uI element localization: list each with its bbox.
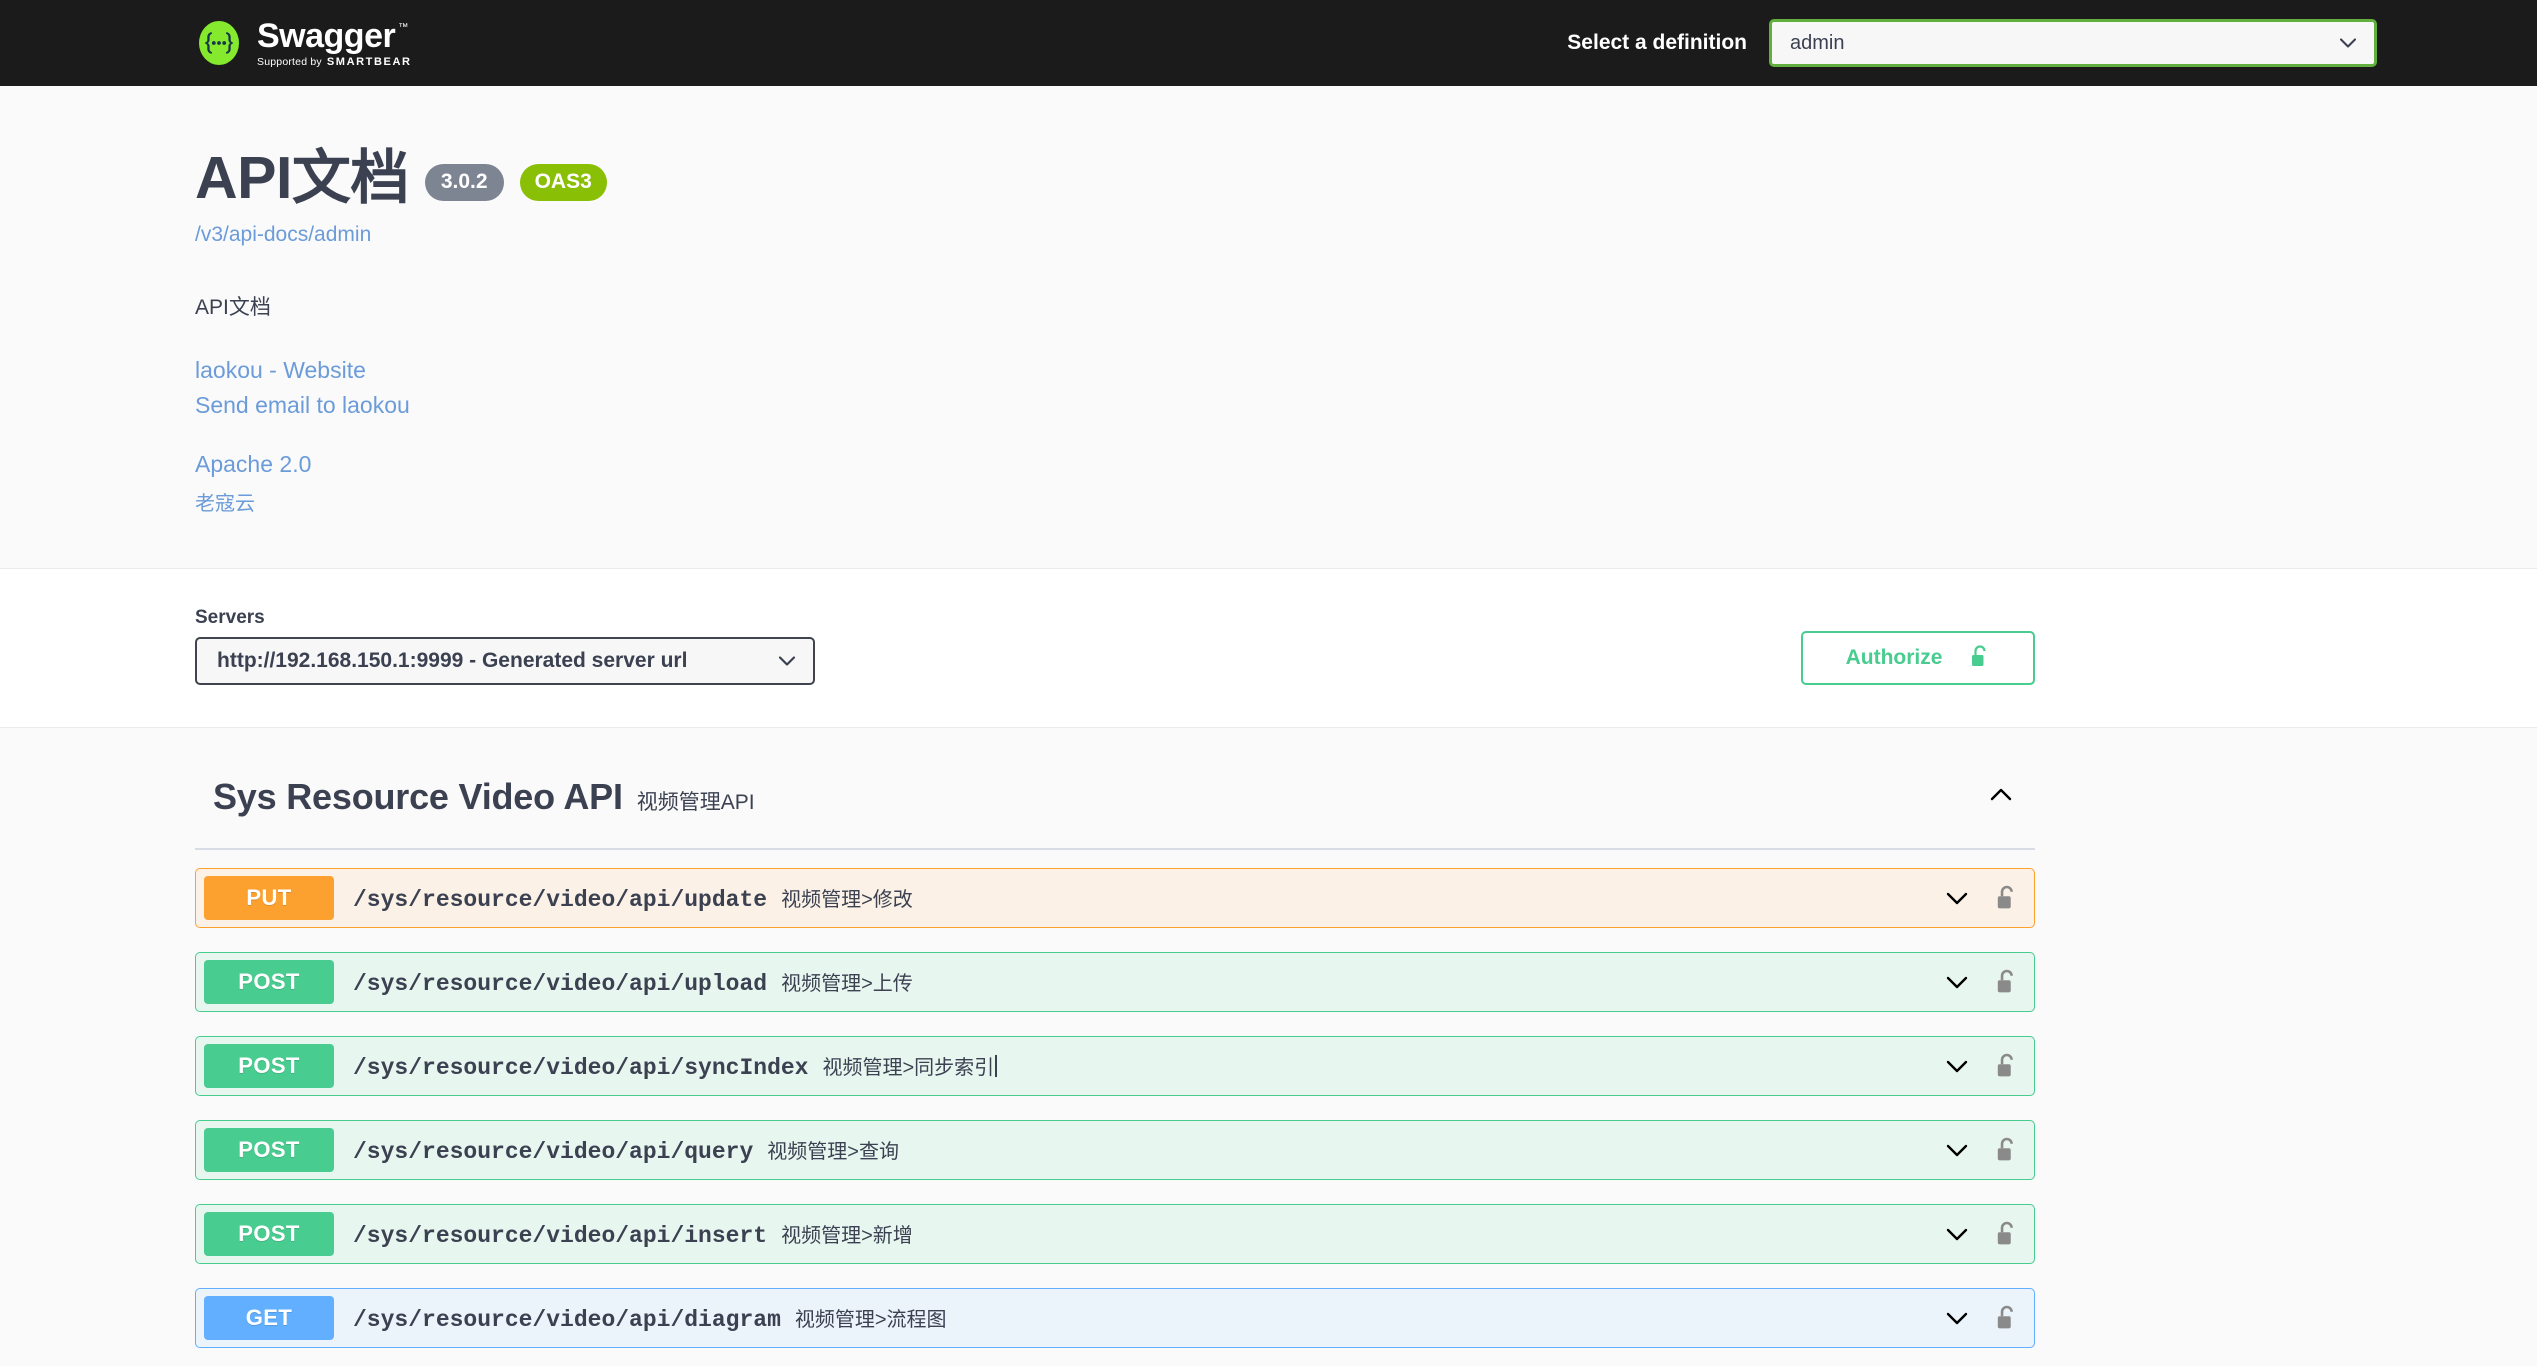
api-docs-url-link[interactable]: /v3/api-docs/admin xyxy=(195,223,2035,247)
operation-summary: 视频管理>新增 xyxy=(781,1225,913,1248)
tag-description: 视频管理API xyxy=(636,791,755,815)
tag-header[interactable]: Sys Resource Video API 视频管理API xyxy=(195,768,2035,826)
operation-row[interactable]: POST/sys/resource/video/api/syncIndex 视频管… xyxy=(195,1036,2035,1097)
oas-version-badge: 3.0.2 xyxy=(424,164,504,202)
operation-summary: 视频管理>流程图 xyxy=(794,1309,947,1332)
unlocked-padlock-icon[interactable] xyxy=(1995,1304,2018,1333)
operation-row-controls xyxy=(1941,1218,2018,1250)
chevron-down-icon xyxy=(777,651,797,671)
operation-summary: 视频管理>上传 xyxy=(781,973,913,996)
operation-summary-wrap: 视频管理>查询 xyxy=(767,1135,899,1164)
operation-summary-wrap: 视频管理>同步索引 xyxy=(822,1051,998,1080)
http-method-badge: POST xyxy=(204,1044,334,1089)
http-method-badge: GET xyxy=(204,1296,334,1341)
definition-select[interactable]: admin xyxy=(1769,19,2377,67)
tag-divider xyxy=(195,848,2035,851)
operation-path: /sys/resource/video/api/upload xyxy=(353,971,768,998)
operation-path: /sys/resource/video/api/update xyxy=(353,887,768,914)
operation-summary-wrap: 视频管理>新增 xyxy=(781,1219,913,1248)
definition-selector-group: Select a definition admin xyxy=(1567,19,2377,67)
operation-summary-group: /sys/resource/video/api/insert 视频管理>新增 xyxy=(353,1219,1941,1249)
operation-summary-group: /sys/resource/video/api/diagram 视频管理>流程图 xyxy=(353,1303,1941,1333)
operation-summary: 视频管理>同步索引 xyxy=(822,1057,995,1080)
oas3-badge: OAS3 xyxy=(519,164,607,202)
chevron-down-icon[interactable] xyxy=(1941,1218,1973,1250)
operation-path: /sys/resource/video/api/query xyxy=(353,1139,754,1166)
http-method-badge: POST xyxy=(204,960,334,1005)
swagger-wordmark: Swagger xyxy=(257,16,396,55)
server-select-value: http://192.168.150.1:9999 - Generated se… xyxy=(217,649,688,673)
definition-select-value: admin xyxy=(1790,31,1845,54)
chevron-up-icon[interactable] xyxy=(1985,779,2017,816)
operation-summary: 视频管理>修改 xyxy=(781,889,913,912)
tag-block-sys-resource-video-api: Sys Resource Video API 视频管理API PUT/sys/r… xyxy=(195,768,2035,1360)
chevron-down-icon[interactable] xyxy=(1941,966,1973,998)
title-row: API文档 3.0.2 OAS3 xyxy=(195,145,2035,211)
topbar: Swagger ™ Supported by SMARTBEAR Select … xyxy=(0,0,2537,86)
unlocked-padlock-icon[interactable] xyxy=(1995,968,2018,997)
servers-label: Servers xyxy=(195,607,265,629)
operation-summary-wrap: 视频管理>修改 xyxy=(781,883,913,912)
operation-summary-wrap: 视频管理>流程图 xyxy=(795,1303,947,1332)
authorize-button[interactable]: Authorize xyxy=(1801,631,2035,686)
license-link[interactable]: Apache 2.0 xyxy=(195,448,311,481)
operation-summary-group: /sys/resource/video/api/syncIndex 视频管理>同步… xyxy=(353,1051,1941,1081)
chevron-down-icon[interactable] xyxy=(1941,1134,1973,1166)
contact-email-link[interactable]: Send email to laokou xyxy=(195,389,410,422)
unlocked-padlock-icon xyxy=(1970,644,1990,673)
operations-section: Sys Resource Video API 视频管理API PUT/sys/r… xyxy=(0,728,2537,1361)
api-info-section: API文档 3.0.2 OAS3 /v3/api-docs/admin API文… xyxy=(0,86,2537,570)
servers-section: Servers http://192.168.150.1:9999 - Gene… xyxy=(0,569,2537,729)
server-select[interactable]: http://192.168.150.1:9999 - Generated se… xyxy=(195,637,815,686)
tag-title: Sys Resource Video API xyxy=(213,776,623,818)
terms-of-service-link[interactable]: 老寇云 xyxy=(195,490,255,518)
select-definition-label: Select a definition xyxy=(1567,31,1747,54)
operation-row[interactable]: PUT/sys/resource/video/api/update 视频管理>修改 xyxy=(195,868,2035,929)
operation-summary: 视频管理>查询 xyxy=(767,1141,899,1164)
operation-path: /sys/resource/video/api/syncIndex xyxy=(353,1055,809,1082)
operation-list: PUT/sys/resource/video/api/update 视频管理>修改… xyxy=(195,856,2035,1360)
operation-row[interactable]: GET/sys/resource/video/api/diagram 视频管理>流… xyxy=(195,1288,2035,1349)
trademark-symbol: ™ xyxy=(398,21,408,33)
text-cursor-caret xyxy=(995,1055,998,1078)
smartbear-brand: SMARTBEAR xyxy=(326,55,412,68)
chevron-down-icon[interactable] xyxy=(1941,882,1973,914)
operation-row[interactable]: POST/sys/resource/video/api/query 视频管理>查询 xyxy=(195,1120,2035,1181)
supported-by-label: Supported by xyxy=(257,55,322,68)
operation-row-controls xyxy=(1941,1050,2018,1082)
operation-summary-group: /sys/resource/video/api/update 视频管理>修改 xyxy=(353,883,1941,913)
http-method-badge: POST xyxy=(204,1212,334,1257)
operation-summary-group: /sys/resource/video/api/upload 视频管理>上传 xyxy=(353,967,1941,997)
chevron-down-icon xyxy=(2338,33,2358,53)
operation-row-controls xyxy=(1941,882,2018,914)
chevron-down-icon[interactable] xyxy=(1941,1050,1973,1082)
operation-summary-group: /sys/resource/video/api/query 视频管理>查询 xyxy=(353,1135,1941,1165)
authorize-button-label: Authorize xyxy=(1845,646,1943,670)
unlocked-padlock-icon[interactable] xyxy=(1995,1052,2018,1081)
operation-row-controls xyxy=(1941,966,2018,998)
http-method-badge: POST xyxy=(204,1128,334,1173)
operation-summary-wrap: 视频管理>上传 xyxy=(781,967,913,996)
operation-row[interactable]: POST/sys/resource/video/api/insert 视频管理>新… xyxy=(195,1204,2035,1265)
swagger-logo-icon xyxy=(195,19,243,67)
page-title: API文档 xyxy=(195,145,409,211)
unlocked-padlock-icon[interactable] xyxy=(1995,1220,2018,1249)
contact-website-link[interactable]: laokou - Website xyxy=(195,354,366,387)
chevron-down-icon[interactable] xyxy=(1941,1302,1973,1334)
operation-row-controls xyxy=(1941,1134,2018,1166)
operation-row[interactable]: POST/sys/resource/video/api/upload 视频管理>上… xyxy=(195,952,2035,1013)
operation-path: /sys/resource/video/api/insert xyxy=(353,1223,768,1250)
info-links: laokou - Website Send email to laokou Ap… xyxy=(195,354,2035,518)
operation-row-controls xyxy=(1941,1302,2018,1334)
http-method-badge: PUT xyxy=(204,876,334,921)
swagger-logo[interactable]: Swagger ™ Supported by SMARTBEAR xyxy=(195,19,412,68)
api-description: API文档 xyxy=(195,295,271,319)
unlocked-padlock-icon[interactable] xyxy=(1995,1136,2018,1165)
operation-path: /sys/resource/video/api/diagram xyxy=(353,1307,781,1334)
unlocked-padlock-icon[interactable] xyxy=(1995,884,2018,913)
